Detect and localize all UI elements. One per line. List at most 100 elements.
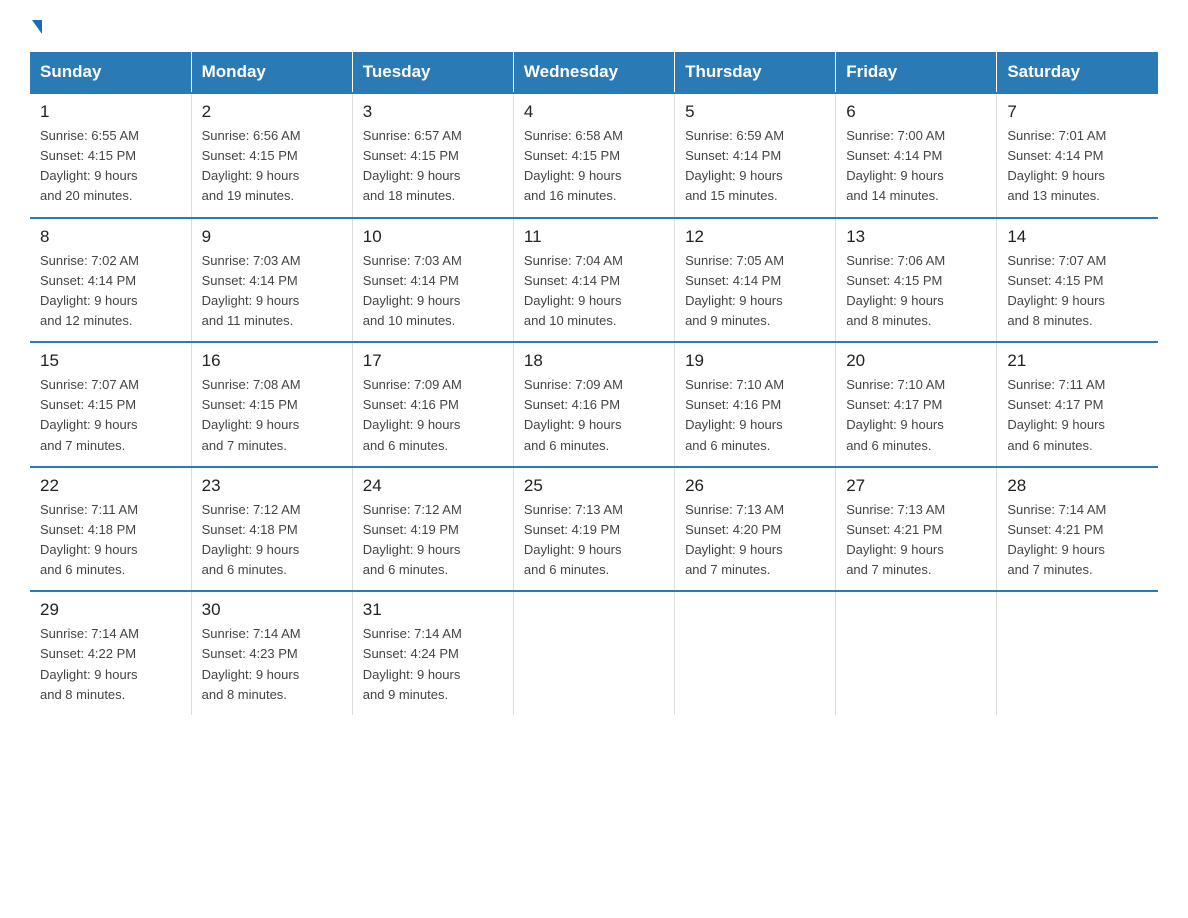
- calendar-cell: 10 Sunrise: 7:03 AMSunset: 4:14 PMDayligh…: [352, 218, 513, 343]
- calendar-cell: 24 Sunrise: 7:12 AMSunset: 4:19 PMDayligh…: [352, 467, 513, 592]
- day-number: 21: [1007, 351, 1148, 371]
- day-info: Sunrise: 7:09 AMSunset: 4:16 PMDaylight:…: [363, 375, 503, 456]
- calendar-cell: 4 Sunrise: 6:58 AMSunset: 4:15 PMDaylight…: [513, 93, 674, 218]
- calendar-week-3: 15 Sunrise: 7:07 AMSunset: 4:15 PMDayligh…: [30, 342, 1158, 467]
- day-info: Sunrise: 6:58 AMSunset: 4:15 PMDaylight:…: [524, 126, 664, 207]
- calendar-cell: 14 Sunrise: 7:07 AMSunset: 4:15 PMDayligh…: [997, 218, 1158, 343]
- calendar-cell: 13 Sunrise: 7:06 AMSunset: 4:15 PMDayligh…: [836, 218, 997, 343]
- day-number: 17: [363, 351, 503, 371]
- calendar-cell: 28 Sunrise: 7:14 AMSunset: 4:21 PMDayligh…: [997, 467, 1158, 592]
- day-info: Sunrise: 7:14 AMSunset: 4:23 PMDaylight:…: [202, 624, 342, 705]
- day-info: Sunrise: 7:03 AMSunset: 4:14 PMDaylight:…: [202, 251, 342, 332]
- day-info: Sunrise: 7:00 AMSunset: 4:14 PMDaylight:…: [846, 126, 986, 207]
- day-info: Sunrise: 7:14 AMSunset: 4:24 PMDaylight:…: [363, 624, 503, 705]
- calendar-table: SundayMondayTuesdayWednesdayThursdayFrid…: [30, 52, 1158, 715]
- day-info: Sunrise: 7:06 AMSunset: 4:15 PMDaylight:…: [846, 251, 986, 332]
- calendar-header-sunday: Sunday: [30, 52, 191, 93]
- calendar-header-tuesday: Tuesday: [352, 52, 513, 93]
- day-info: Sunrise: 7:09 AMSunset: 4:16 PMDaylight:…: [524, 375, 664, 456]
- calendar-cell: 21 Sunrise: 7:11 AMSunset: 4:17 PMDayligh…: [997, 342, 1158, 467]
- day-number: 4: [524, 102, 664, 122]
- calendar-cell: 11Sunrise: 7:04 AMSunset: 4:14 PMDayligh…: [513, 218, 674, 343]
- day-number: 12: [685, 227, 825, 247]
- day-number: 8: [40, 227, 181, 247]
- calendar-cell: 7 Sunrise: 7:01 AMSunset: 4:14 PMDaylight…: [997, 93, 1158, 218]
- day-number: 18: [524, 351, 664, 371]
- calendar-header-row: SundayMondayTuesdayWednesdayThursdayFrid…: [30, 52, 1158, 93]
- calendar-cell: 29Sunrise: 7:14 AMSunset: 4:22 PMDayligh…: [30, 591, 191, 715]
- calendar-cell: 18 Sunrise: 7:09 AMSunset: 4:16 PMDayligh…: [513, 342, 674, 467]
- day-number: 11: [524, 227, 664, 247]
- day-info: Sunrise: 7:02 AMSunset: 4:14 PMDaylight:…: [40, 251, 181, 332]
- day-info: Sunrise: 7:12 AMSunset: 4:19 PMDaylight:…: [363, 500, 503, 581]
- calendar-header-friday: Friday: [836, 52, 997, 93]
- day-number: 23: [202, 476, 342, 496]
- day-info: Sunrise: 7:11 AMSunset: 4:17 PMDaylight:…: [1007, 375, 1148, 456]
- day-number: 27: [846, 476, 986, 496]
- day-info: Sunrise: 7:14 AMSunset: 4:21 PMDaylight:…: [1007, 500, 1148, 581]
- calendar-cell: 16 Sunrise: 7:08 AMSunset: 4:15 PMDayligh…: [191, 342, 352, 467]
- day-number: 15: [40, 351, 181, 371]
- calendar-cell: 6 Sunrise: 7:00 AMSunset: 4:14 PMDaylight…: [836, 93, 997, 218]
- calendar-cell: 30Sunrise: 7:14 AMSunset: 4:23 PMDayligh…: [191, 591, 352, 715]
- calendar-cell: [513, 591, 674, 715]
- calendar-week-1: 1Sunrise: 6:55 AMSunset: 4:15 PMDaylight…: [30, 93, 1158, 218]
- day-number: 26: [685, 476, 825, 496]
- day-info: Sunrise: 7:10 AMSunset: 4:16 PMDaylight:…: [685, 375, 825, 456]
- calendar-cell: 31 Sunrise: 7:14 AMSunset: 4:24 PMDayligh…: [352, 591, 513, 715]
- day-number: 22: [40, 476, 181, 496]
- calendar-cell: 1Sunrise: 6:55 AMSunset: 4:15 PMDaylight…: [30, 93, 191, 218]
- day-number: 25: [524, 476, 664, 496]
- day-number: 24: [363, 476, 503, 496]
- day-number: 13: [846, 227, 986, 247]
- calendar-cell: 2Sunrise: 6:56 AMSunset: 4:15 PMDaylight…: [191, 93, 352, 218]
- calendar-cell: 9 Sunrise: 7:03 AMSunset: 4:14 PMDaylight…: [191, 218, 352, 343]
- day-number: 16: [202, 351, 342, 371]
- calendar-cell: 20 Sunrise: 7:10 AMSunset: 4:17 PMDayligh…: [836, 342, 997, 467]
- calendar-cell: 19 Sunrise: 7:10 AMSunset: 4:16 PMDayligh…: [675, 342, 836, 467]
- day-info: Sunrise: 7:14 AMSunset: 4:22 PMDaylight:…: [40, 624, 181, 705]
- day-info: Sunrise: 7:10 AMSunset: 4:17 PMDaylight:…: [846, 375, 986, 456]
- day-info: Sunrise: 7:03 AMSunset: 4:14 PMDaylight:…: [363, 251, 503, 332]
- day-info: Sunrise: 7:11 AMSunset: 4:18 PMDaylight:…: [40, 500, 181, 581]
- calendar-cell: [836, 591, 997, 715]
- day-number: 14: [1007, 227, 1148, 247]
- day-info: Sunrise: 6:56 AMSunset: 4:15 PMDaylight:…: [202, 126, 342, 207]
- page-header: [30, 20, 1158, 34]
- day-number: 6: [846, 102, 986, 122]
- day-number: 19: [685, 351, 825, 371]
- day-number: 31: [363, 600, 503, 620]
- day-number: 3: [363, 102, 503, 122]
- day-number: 10: [363, 227, 503, 247]
- day-number: 7: [1007, 102, 1148, 122]
- calendar-cell: [997, 591, 1158, 715]
- day-number: 20: [846, 351, 986, 371]
- day-number: 1: [40, 102, 181, 122]
- day-info: Sunrise: 7:08 AMSunset: 4:15 PMDaylight:…: [202, 375, 342, 456]
- calendar-cell: 23 Sunrise: 7:12 AMSunset: 4:18 PMDayligh…: [191, 467, 352, 592]
- calendar-cell: 5Sunrise: 6:59 AMSunset: 4:14 PMDaylight…: [675, 93, 836, 218]
- day-info: Sunrise: 7:13 AMSunset: 4:20 PMDaylight:…: [685, 500, 825, 581]
- day-info: Sunrise: 7:12 AMSunset: 4:18 PMDaylight:…: [202, 500, 342, 581]
- day-number: 9: [202, 227, 342, 247]
- calendar-cell: 26 Sunrise: 7:13 AMSunset: 4:20 PMDayligh…: [675, 467, 836, 592]
- calendar-header-saturday: Saturday: [997, 52, 1158, 93]
- calendar-week-2: 8 Sunrise: 7:02 AMSunset: 4:14 PMDaylight…: [30, 218, 1158, 343]
- day-info: Sunrise: 7:05 AMSunset: 4:14 PMDaylight:…: [685, 251, 825, 332]
- day-number: 28: [1007, 476, 1148, 496]
- calendar-cell: 12 Sunrise: 7:05 AMSunset: 4:14 PMDayligh…: [675, 218, 836, 343]
- day-info: Sunrise: 6:57 AMSunset: 4:15 PMDaylight:…: [363, 126, 503, 207]
- calendar-cell: 3 Sunrise: 6:57 AMSunset: 4:15 PMDaylight…: [352, 93, 513, 218]
- calendar-cell: 25 Sunrise: 7:13 AMSunset: 4:19 PMDayligh…: [513, 467, 674, 592]
- calendar-cell: 15 Sunrise: 7:07 AMSunset: 4:15 PMDayligh…: [30, 342, 191, 467]
- day-info: Sunrise: 7:07 AMSunset: 4:15 PMDaylight:…: [1007, 251, 1148, 332]
- calendar-week-4: 22 Sunrise: 7:11 AMSunset: 4:18 PMDayligh…: [30, 467, 1158, 592]
- logo-arrow-icon: [32, 20, 42, 34]
- day-info: Sunrise: 7:13 AMSunset: 4:19 PMDaylight:…: [524, 500, 664, 581]
- day-info: Sunrise: 7:01 AMSunset: 4:14 PMDaylight:…: [1007, 126, 1148, 207]
- calendar-cell: 27Sunrise: 7:13 AMSunset: 4:21 PMDayligh…: [836, 467, 997, 592]
- day-info: Sunrise: 6:59 AMSunset: 4:14 PMDaylight:…: [685, 126, 825, 207]
- calendar-week-5: 29Sunrise: 7:14 AMSunset: 4:22 PMDayligh…: [30, 591, 1158, 715]
- day-info: Sunrise: 7:07 AMSunset: 4:15 PMDaylight:…: [40, 375, 181, 456]
- calendar-header-thursday: Thursday: [675, 52, 836, 93]
